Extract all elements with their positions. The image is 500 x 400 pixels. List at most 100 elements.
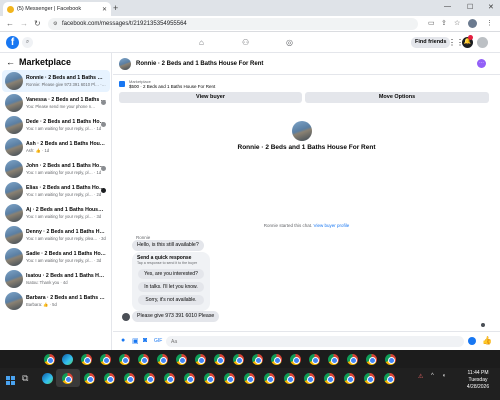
chrome-app-icon[interactable] — [304, 373, 315, 384]
conversation-item[interactable]: Ash · 2 Beds and 1 Baths House… Ash: 👍 · … — [2, 136, 110, 158]
chrome-app-icon[interactable] — [284, 373, 295, 384]
chrome-app-icon[interactable] — [347, 354, 358, 365]
chrome-app-icon[interactable] — [157, 354, 168, 365]
conversation-item[interactable]: Sadie · 2 Beds and 1 Baths House… You: I … — [2, 246, 110, 268]
microphone-icon[interactable]: ● — [121, 337, 125, 344]
chrome-app-icon[interactable] — [214, 354, 225, 365]
chrome-app-icon[interactable] — [244, 373, 255, 384]
emoji-icon[interactable] — [468, 337, 476, 345]
chrome-app-icon[interactable] — [100, 354, 111, 365]
back-icon[interactable]: ← — [6, 19, 14, 29]
like-thumb-icon[interactable]: 👍 — [482, 336, 492, 345]
groups-icon[interactable]: ◎ — [286, 38, 293, 47]
chrome-app-icon[interactable] — [385, 354, 396, 365]
address-bar[interactable]: ⚙ facebook.com/messages/t/21921353549555… — [48, 18, 418, 30]
chrome-app-icon[interactable] — [384, 373, 395, 384]
clock[interactable]: 11:44 PM Tuesday 4/28/2026 — [456, 370, 500, 391]
chrome-app-icon[interactable] — [62, 373, 73, 384]
volume-icon[interactable]: ◖ — [442, 373, 446, 379]
new-tab-button[interactable]: + — [113, 3, 118, 13]
home-icon[interactable]: ⌂ — [199, 38, 204, 47]
show-hidden-icons-icon[interactable]: ^ — [431, 373, 434, 379]
incoming-message[interactable]: Hello, is this still available? — [132, 240, 204, 251]
bookmark-star-icon[interactable]: ☆ — [454, 19, 460, 27]
conversation-item[interactable]: John · 2 Beds and 1 Baths House… You: I a… — [2, 158, 110, 180]
chrome-app-icon[interactable] — [124, 373, 135, 384]
browser-tab[interactable]: (5) Messenger | Facebook ✕ — [3, 2, 111, 16]
chrome-app-icon[interactable] — [176, 354, 187, 365]
find-friends-button[interactable]: Find friends — [411, 37, 451, 48]
account-avatar[interactable] — [477, 37, 488, 48]
more-options-button[interactable]: Move Options — [305, 92, 489, 103]
share-icon[interactable]: ⇪ — [441, 19, 447, 27]
quick-response-button[interactable]: In talks. I'll let you know. — [138, 282, 204, 292]
chrome-app-icon[interactable] — [233, 354, 244, 365]
conversation-item[interactable]: Vanessa · 2 Beds and 1 Baths H… You: Plea… — [2, 92, 110, 114]
chrome-app-icon[interactable] — [344, 373, 355, 384]
image-icon[interactable]: ▣ — [132, 337, 139, 345]
chat-listing-thumbnail[interactable] — [119, 57, 131, 70]
forward-icon[interactable]: → — [20, 19, 28, 29]
chrome-app-icon[interactable] — [104, 373, 115, 384]
task-view-icon[interactable]: ⧉ — [22, 373, 28, 384]
reload-icon[interactable]: ↻ — [34, 19, 41, 29]
chrome-app-icon[interactable] — [119, 354, 130, 365]
chrome-app-icon[interactable] — [44, 354, 55, 365]
chrome-app-icon[interactable] — [164, 373, 175, 384]
conversation-item[interactable]: Aj · 2 Beds and 1 Baths House F… You: I a… — [2, 202, 110, 224]
chrome-app-icon[interactable] — [264, 373, 275, 384]
quick-response-button[interactable]: Yes, are you interested? — [138, 269, 204, 279]
conversation-item[interactable]: Barbara · 2 Beds and 1 Baths House…Barba… — [2, 290, 110, 312]
chrome-app-icon[interactable] — [328, 354, 339, 365]
close-window-icon[interactable]: ✕ — [488, 3, 494, 11]
install-app-icon[interactable]: ▭ — [428, 19, 435, 27]
chrome-app-icon[interactable] — [195, 354, 206, 365]
chrome-app-icon[interactable] — [309, 354, 320, 365]
profile-avatar[interactable] — [468, 19, 477, 28]
chrome-app-icon[interactable] — [184, 373, 195, 384]
edge-app-icon[interactable] — [62, 354, 73, 365]
chrome-app-icon[interactable] — [364, 373, 375, 384]
incoming-message[interactable]: Please give 973 391 6010 Please — [132, 311, 220, 322]
conversation-item[interactable]: Elias · 2 Beds and 1 Baths House… You: I … — [2, 180, 110, 202]
menu-grid-icon[interactable]: ⋮⋮ — [448, 37, 464, 48]
windows-start-icon[interactable] — [6, 376, 15, 385]
facebook-logo[interactable]: f — [6, 36, 19, 49]
chrome-app-icon[interactable] — [81, 354, 92, 365]
conversation-item[interactable]: Denny · 2 Beds and 1 Baths House…You: I … — [2, 224, 110, 246]
search-icon[interactable]: ⌕ — [22, 37, 33, 48]
back-arrow-icon[interactable]: ← — [6, 57, 15, 67]
chrome-app-icon[interactable] — [271, 354, 282, 365]
maximize-icon[interactable]: ☐ — [467, 3, 473, 11]
view-buyer-button[interactable]: View buyer — [119, 92, 302, 103]
chrome-app-icon[interactable] — [138, 354, 149, 365]
quick-response-button[interactable]: Sorry, it's not available. — [138, 295, 204, 305]
chrome-app-icon[interactable] — [252, 354, 263, 365]
site-info-icon[interactable]: ⚙ — [53, 18, 57, 30]
info-icon[interactable]: ⋯ — [477, 59, 486, 68]
close-tab-icon[interactable]: ✕ — [102, 6, 107, 13]
conversation-item[interactable]: Dede · 2 Beds and 1 Baths House… You: I a… — [2, 114, 110, 136]
chrome-app-icon[interactable] — [324, 373, 335, 384]
view-buyer-profile-link[interactable]: View buyer profile — [314, 223, 350, 228]
edge-app-icon[interactable] — [42, 373, 53, 384]
chrome-app-icon[interactable] — [224, 373, 235, 384]
chrome-app-icon[interactable] — [366, 354, 377, 365]
chat-title[interactable]: Ronnie · 2 Beds and 1 Baths House For Re… — [136, 61, 263, 67]
marketplace-listing-card[interactable]: Marketplace $500 · 2 Beds and 1 Baths Ho… — [119, 78, 349, 90]
menu-kebab-icon[interactable]: ⋮ — [486, 19, 493, 27]
sticker-icon[interactable]: ◙ — [143, 337, 147, 344]
chrome-app-icon[interactable] — [204, 373, 215, 384]
message-input[interactable] — [166, 336, 464, 347]
gif-icon[interactable]: GIF — [154, 338, 162, 344]
friends-icon[interactable]: ⚇ — [242, 38, 249, 47]
conversation-name: Isatou · 2 Beds and 1 Baths House … — [26, 273, 106, 279]
chrome-app-icon[interactable] — [290, 354, 301, 365]
minimize-icon[interactable]: — — [444, 3, 451, 10]
conversation-name: John · 2 Beds and 1 Baths House… — [26, 163, 106, 169]
conversation-item[interactable]: Isatou · 2 Beds and 1 Baths House …Isato… — [2, 268, 110, 290]
chrome-app-icon[interactable] — [144, 373, 155, 384]
antivirus-tray-icon[interactable]: ⚠ — [418, 373, 423, 380]
chrome-app-icon[interactable] — [84, 373, 95, 384]
conversation-item[interactable]: Ronnie · 2 Beds and 1 Baths House…Ronnie… — [2, 70, 110, 92]
